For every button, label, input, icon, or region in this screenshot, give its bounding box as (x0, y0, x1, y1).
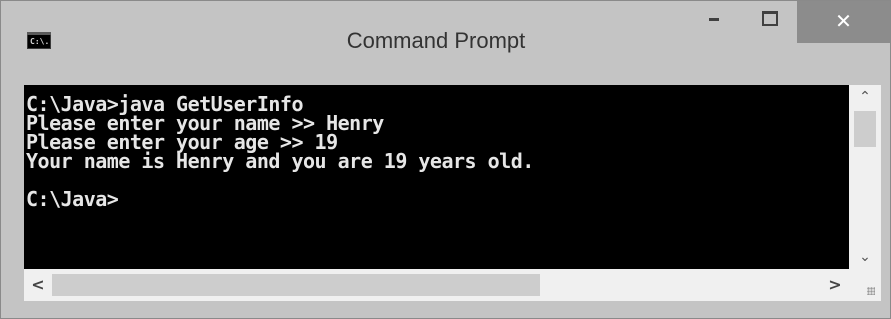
vertical-scrollbar[interactable]: ⌃ ⌄ (849, 85, 881, 269)
command-prompt-window: C:\. Command Prompt ✕ C:\Java>java GetUs… (0, 0, 891, 319)
scroll-right-icon[interactable]: > (821, 269, 849, 301)
scroll-down-icon[interactable]: ⌄ (849, 245, 881, 269)
console-text: C:\Java>java GetUserInfo Please enter yo… (26, 94, 534, 211)
window-title: Command Prompt (346, 28, 526, 53)
console-icon[interactable]: C:\. (27, 32, 51, 49)
resize-grip-icon (867, 287, 875, 295)
maximize-button[interactable] (747, 1, 793, 41)
console-line: Your name is Henry and you are 19 years … (26, 149, 534, 173)
close-button[interactable]: ✕ (797, 1, 890, 43)
scroll-left-icon[interactable]: < (24, 269, 52, 301)
scroll-up-icon[interactable]: ⌃ (849, 85, 881, 109)
minimize-button[interactable] (691, 1, 737, 41)
title-bar[interactable]: C:\. Command Prompt ✕ (1, 1, 890, 85)
close-icon: ✕ (835, 9, 852, 33)
vertical-scroll-thumb[interactable] (854, 111, 876, 147)
console-line: C:\Java> (26, 187, 119, 211)
console-output[interactable]: C:\Java>java GetUserInfo Please enter yo… (24, 85, 849, 269)
minimize-icon (709, 18, 719, 21)
resize-grip[interactable] (849, 269, 881, 301)
maximize-icon (762, 11, 778, 26)
horizontal-scroll-thumb[interactable] (52, 274, 540, 296)
horizontal-scrollbar[interactable]: < > (24, 269, 849, 301)
